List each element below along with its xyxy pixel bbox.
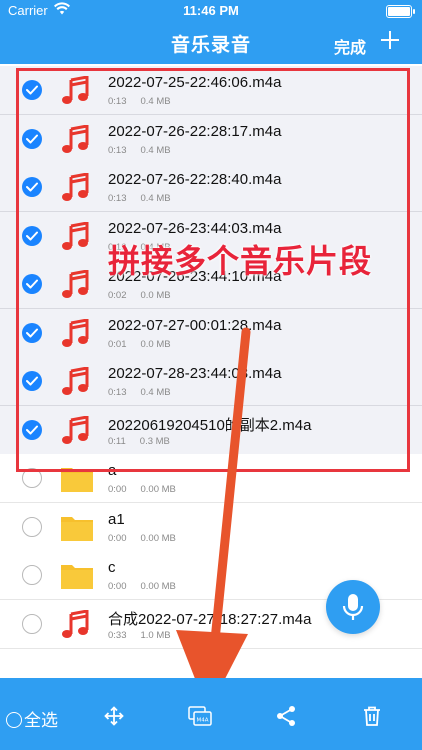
file-row[interactable]: a1 0:00 0.00 MB	[0, 502, 422, 552]
file-size: 0.00 MB	[140, 484, 176, 495]
file-name: c	[108, 559, 116, 576]
trash-icon[interactable]	[360, 704, 384, 733]
file-duration: 0:00	[108, 532, 127, 544]
checkbox-unchecked-icon[interactable]	[22, 565, 42, 585]
file-meta: 0:00 0.00 MB	[108, 581, 176, 592]
select-all-button[interactable]: 全选	[6, 706, 58, 731]
file-duration: 0:00	[108, 581, 127, 592]
folder-icon	[60, 514, 93, 544]
status-bar: Carrier 11:46 PM	[0, 0, 422, 22]
file-size: 1.0 MB	[140, 629, 171, 641]
select-all-circle-icon	[6, 712, 22, 728]
battery-fill	[388, 7, 410, 16]
record-button[interactable]	[326, 580, 380, 634]
select-all-label: 全选	[24, 711, 58, 730]
move-icon[interactable]	[102, 704, 126, 733]
folder-icon	[60, 562, 93, 592]
top-bar: Carrier 11:46 PM 音乐录音 完成	[0, 0, 422, 64]
add-icon[interactable]	[380, 30, 400, 52]
battery-icon	[386, 5, 415, 18]
file-duration: 0:00	[108, 484, 127, 495]
file-meta: 0:00 0.00 MB	[108, 533, 176, 544]
svg-text:M4A: M4A	[196, 718, 208, 724]
checkbox-unchecked-icon[interactable]	[22, 516, 42, 537]
music-note-icon	[60, 608, 90, 640]
done-button[interactable]: 完成	[334, 34, 366, 58]
file-meta: 0:33 1.0 MB	[108, 630, 171, 641]
merge-m4a-icon[interactable]: M4A	[187, 704, 213, 733]
file-duration: 0:33	[108, 629, 127, 641]
bottom-toolbar: 全选 M4A	[0, 678, 422, 750]
file-meta: 0:00 0.00 MB	[108, 484, 176, 495]
clock: 11:46 PM	[183, 3, 239, 18]
file-name: a1	[108, 510, 125, 528]
file-size: 0.00 MB	[140, 532, 176, 544]
file-name: 合成2022-07-27-18:27:27.m4a	[108, 610, 312, 628]
microphone-icon	[342, 594, 364, 620]
file-size: 0.00 MB	[140, 581, 176, 592]
checkbox-unchecked-icon[interactable]	[22, 613, 42, 634]
share-icon[interactable]	[274, 704, 298, 733]
overlay-caption: 拼接多个音乐片段	[108, 243, 373, 279]
